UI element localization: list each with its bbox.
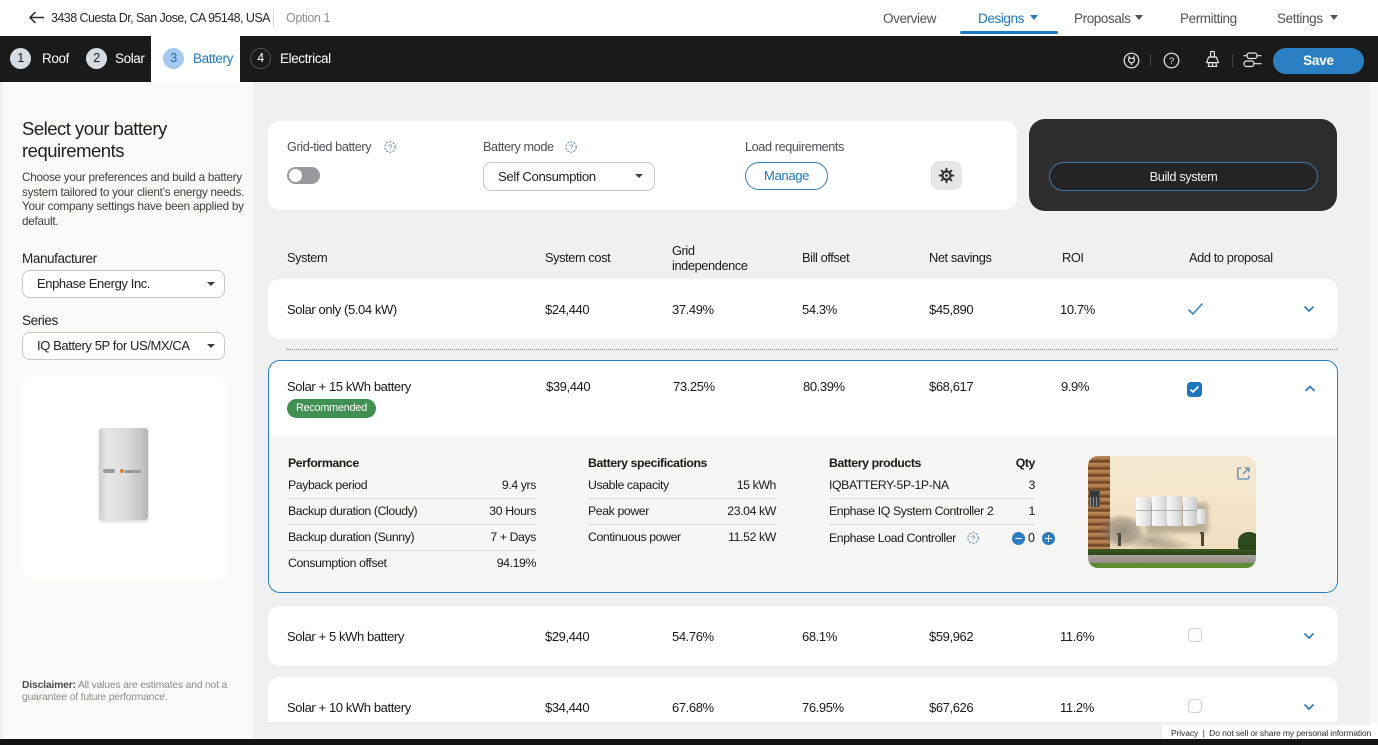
svg-text:?: ? [569, 143, 573, 152]
svg-text:?: ? [971, 534, 975, 543]
svg-text:?: ? [1169, 56, 1174, 67]
svg-text:?: ? [388, 143, 392, 152]
